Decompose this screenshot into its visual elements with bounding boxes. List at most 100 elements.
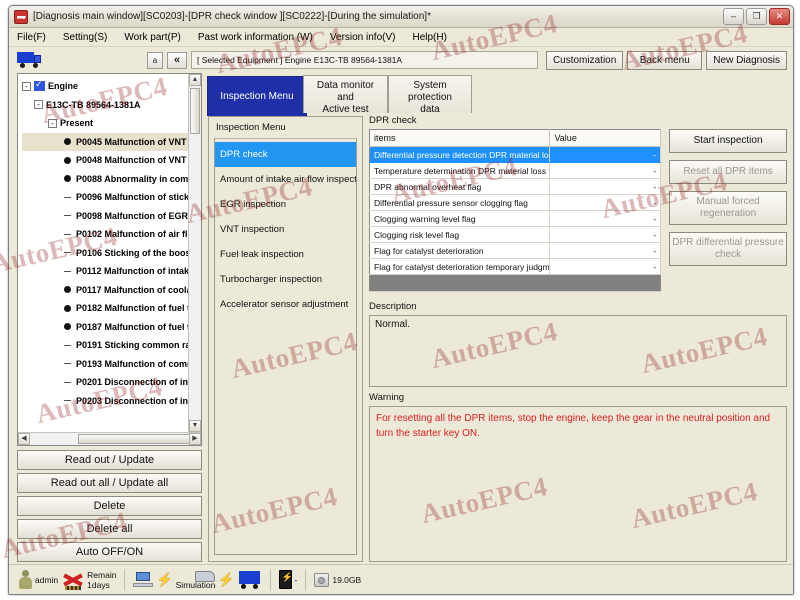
dpr-differential-pressure-check-button[interactable]: DPR differential pressure check <box>669 232 788 266</box>
new-diagnosis-button[interactable]: New Diagnosis <box>706 50 787 70</box>
collapse-panel-button[interactable]: « <box>167 51 187 69</box>
tree-item-dtc[interactable]: P0117 Malfunction of coolant <box>22 281 188 300</box>
scroll-left-icon[interactable]: ◀ <box>18 433 30 445</box>
tree-horizontal-scrollbar[interactable]: ◀ ▶ <box>18 432 201 445</box>
menu-item-past-work-information[interactable]: Past work information (W) <box>198 30 322 45</box>
title-bar: [Diagnosis main window][SC0203]-[DPR che… <box>9 6 793 28</box>
simulation-status: Simulation <box>176 570 216 590</box>
scroll-right-icon[interactable]: ▶ <box>189 433 201 445</box>
dpr-check-table[interactable]: items Value Differential pressure detect… <box>369 129 662 292</box>
dpr-table-wrapper: DPR check items Value Differential press… <box>369 115 662 292</box>
tab-data-monitor-active-test[interactable]: Data monitor and Active test <box>303 75 388 115</box>
tree-item-dtc[interactable]: P0098 Malfunction of EGR gas te <box>22 207 188 226</box>
center-column: Inspection Menu Inspection Menu DPR chec… <box>207 73 363 562</box>
tree-item-dtc[interactable]: P0187 Malfunction of fuel tem <box>22 318 188 337</box>
annotation-button[interactable]: a <box>147 51 163 69</box>
table-row[interactable]: Differential pressure detection DPR mate… <box>369 146 662 163</box>
tree-item-dtc[interactable]: P0102 Malfunction of air flow sen <box>22 225 188 244</box>
tab-system-protection-data[interactable]: System protection data <box>388 75 472 115</box>
read-out-update-button[interactable]: Read out / Update <box>17 450 202 470</box>
menu-item-vnt-inspection[interactable]: VNT inspection <box>215 217 356 242</box>
dtc-dash-icon <box>64 270 71 272</box>
inspection-menu-panel: Inspection Menu DPR check Amount of inta… <box>208 116 363 562</box>
table-row[interactable]: Clogging risk level flag - <box>369 226 662 243</box>
manual-forced-regeneration-button[interactable]: Manual forced regeneration <box>669 191 788 225</box>
tree-item-dtc[interactable]: P0182 Malfunction of fuel tem <box>22 299 188 318</box>
checkbox-checked-icon[interactable] <box>34 79 45 92</box>
cell-item: Flag for catalyst deterioration <box>369 242 551 259</box>
tree-item-dtc[interactable]: P0096 Malfunction of sticking EG <box>22 188 188 207</box>
tree-item-dtc[interactable]: P0203 Disconnection of injector 3 <box>22 392 188 411</box>
menu-item-fuel-leak-inspection[interactable]: Fuel leak inspection <box>215 242 356 267</box>
menu-item-setting[interactable]: Setting(S) <box>63 30 116 45</box>
connection-bolt-icon-2: ⚡ <box>218 571 235 587</box>
user-icon <box>19 570 32 589</box>
dtc-dash-icon <box>64 363 71 365</box>
table-row[interactable]: Temperature determination DPR material l… <box>369 162 662 179</box>
table-row[interactable]: Differential pressure sensor clogging fl… <box>369 194 662 211</box>
expand-toggle-icon[interactable]: - <box>48 118 57 128</box>
tab-inspection-menu[interactable]: Inspection Menu <box>207 76 307 116</box>
tree-node-label: P0187 Malfunction of fuel tem <box>76 321 188 332</box>
main-body: - Engine - E13C-TB 89564-1381A - Present <box>9 73 793 564</box>
expand-toggle-icon[interactable]: - <box>34 100 43 110</box>
dtc-dash-icon <box>64 233 71 235</box>
tree-item-dtc[interactable]: P0191 Sticking common rail pres <box>22 336 188 355</box>
inspection-menu-list[interactable]: DPR check Amount of intake air flow insp… <box>214 138 357 555</box>
tree-item-dtc[interactable]: P0045 Malfunction of VNT <box>22 132 188 151</box>
maximize-button[interactable]: ❐ <box>746 8 767 25</box>
read-out-all-update-all-button[interactable]: Read out all / Update all <box>17 473 202 493</box>
menu-item-version-info[interactable]: Version info(V) <box>330 30 405 45</box>
tree-node-model[interactable]: - E13C-TB 89564-1381A <box>22 96 188 115</box>
description-section: Description Normal. <box>369 301 787 387</box>
table-row[interactable]: DPR abnormal overheat flag - <box>369 178 662 195</box>
delete-button[interactable]: Delete <box>17 496 202 516</box>
cell-value: - <box>549 178 662 195</box>
tree-node-label: P0096 Malfunction of sticking EG <box>76 192 188 203</box>
tree-node-engine[interactable]: - Engine <box>22 77 188 96</box>
dtc-tree[interactable]: - Engine - E13C-TB 89564-1381A - Present <box>17 73 202 446</box>
tree-node-label: P0203 Disconnection of injector 3 <box>76 395 188 406</box>
tree-item-dtc[interactable]: P0088 Abnormality in commo <box>22 170 188 189</box>
menu-item-turbocharger-inspection[interactable]: Turbocharger inspection <box>215 267 356 292</box>
scrollbar-thumb[interactable] <box>190 88 200 134</box>
reset-all-dpr-items-button[interactable]: Reset all DPR items <box>669 160 788 184</box>
table-row[interactable]: Flag for catalyst deterioration temporar… <box>369 258 662 275</box>
tree-item-dtc[interactable]: P0193 Malfunction of common ra <box>22 355 188 374</box>
cell-item: Clogging warning level flag <box>369 210 551 227</box>
tree-item-dtc[interactable]: P0112 Malfunction of intake air t <box>22 262 188 281</box>
expand-toggle-icon[interactable]: - <box>22 81 31 91</box>
customization-button[interactable]: Customization <box>545 50 624 70</box>
tree-node-label: E13C-TB 89564-1381A <box>46 99 141 110</box>
close-button[interactable]: ✕ <box>769 8 790 25</box>
menu-item-work-part[interactable]: Work part(P) <box>124 30 190 45</box>
dtc-dash-icon <box>64 344 71 346</box>
tree-item-dtc[interactable]: P0201 Disconnection of injector <box>22 373 188 392</box>
table-row[interactable]: Clogging warning level flag - <box>369 210 662 227</box>
minimize-button[interactable]: – <box>723 8 744 25</box>
tree-item-dtc[interactable]: P0048 Malfunction of VNT so <box>22 151 188 170</box>
start-inspection-button[interactable]: Start inspection <box>669 129 788 153</box>
menu-item-file[interactable]: File(F) <box>17 30 55 45</box>
dtc-dash-icon <box>64 196 71 198</box>
remain-label: Remain <box>87 569 117 580</box>
tree-item-dtc[interactable]: P0106 Sticking of the boost pres <box>22 244 188 263</box>
scrollbar-thumb[interactable] <box>78 434 198 444</box>
auto-off-on-button[interactable]: Auto OFF/ON <box>17 542 202 562</box>
delete-all-button[interactable]: Delete all <box>17 519 202 539</box>
menu-item-accelerator-sensor-adjustment[interactable]: Accelerator sensor adjustment <box>215 292 356 317</box>
scroll-up-icon[interactable]: ▲ <box>189 74 201 86</box>
remain-days: Remain 1days <box>87 570 116 590</box>
warning-section: Warning For resetting all the DPR items,… <box>369 392 787 562</box>
tree-vertical-scrollbar[interactable]: ▲ ▼ <box>188 74 201 432</box>
menu-item-help[interactable]: Help(H) <box>412 30 455 45</box>
menu-item-egr-inspection[interactable]: EGR inspection <box>215 192 356 217</box>
status-bar: admin Remain 1days ⚡ Simulation ⚡ ⚡ - 19… <box>9 564 793 594</box>
tree-node-label: P0102 Malfunction of air flow sen <box>76 229 188 240</box>
table-row[interactable]: Flag for catalyst deterioration - <box>369 242 662 259</box>
tree-node-present[interactable]: - Present <box>22 114 188 133</box>
menu-item-dpr-check[interactable]: DPR check <box>215 142 356 167</box>
scroll-down-icon[interactable]: ▼ <box>189 420 201 432</box>
menu-item-intake-air-flow[interactable]: Amount of intake air flow inspection <box>215 167 356 192</box>
back-menu-button[interactable]: Back menu <box>627 50 703 70</box>
